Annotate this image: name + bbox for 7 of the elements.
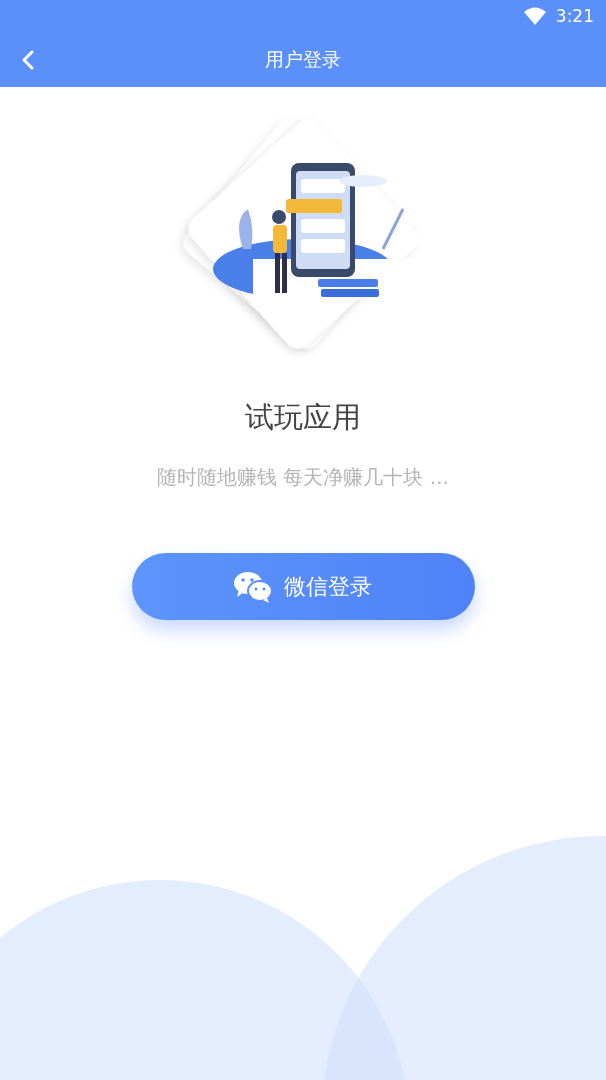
chat-bubbles-icon — [234, 570, 272, 603]
status-time: 3:21 — [555, 6, 594, 26]
wifi-icon — [523, 7, 546, 25]
hero-subtitle: 随时随地赚钱 每天净赚几十块 ... — [157, 464, 449, 491]
page-title: 用户登录 — [265, 46, 341, 72]
wechat-login-button[interactable]: 微信登录 — [131, 553, 475, 620]
hero-title: 试玩应用 — [245, 399, 361, 436]
